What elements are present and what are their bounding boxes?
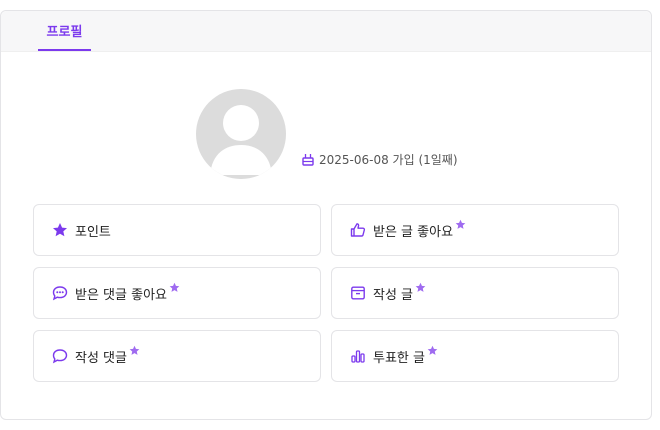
star-badge-icon xyxy=(415,282,426,293)
cake-icon xyxy=(302,154,314,166)
bar-chart-icon xyxy=(350,348,366,364)
stat-points[interactable]: 포인트 xyxy=(33,204,321,256)
star-badge-icon xyxy=(129,345,140,356)
stat-label: 투표한 글 xyxy=(373,350,425,366)
stat-received-comment-likes[interactable]: 받은 댓글 좋아요 xyxy=(33,267,321,319)
star-badge-icon xyxy=(169,282,180,293)
stat-written-posts[interactable]: 작성 글 xyxy=(331,267,619,319)
profile-summary: 2025-06-08 가입 (1일째) xyxy=(1,89,651,181)
default-user-avatar-icon xyxy=(210,105,272,175)
star-icon xyxy=(52,222,68,238)
star-badge-icon xyxy=(455,219,466,230)
stat-written-comments[interactable]: 작성 댓글 xyxy=(33,330,321,382)
stat-label: 작성 글 xyxy=(373,287,414,303)
stat-voted-posts[interactable]: 투표한 글 xyxy=(331,330,619,382)
join-date-text: 2025-06-08 가입 (1일째) xyxy=(319,152,458,167)
tab-bar: 프로필 xyxy=(1,11,651,52)
stat-label: 받은 글 좋아요 xyxy=(373,224,454,240)
chat-dots-icon xyxy=(52,285,68,301)
avatar xyxy=(196,89,286,179)
document-icon xyxy=(350,285,366,301)
join-date: 2025-06-08 가입 (1일째) xyxy=(302,149,458,169)
profile-card: 프로필 2025-06-08 가입 (1일째) 포인트 받은 글 좋아요 받은 … xyxy=(0,10,652,420)
star-badge-icon xyxy=(427,345,438,356)
tab-profile[interactable]: 프로필 xyxy=(38,11,91,51)
chat-bubble-icon xyxy=(52,348,68,364)
stat-label: 받은 댓글 좋아요 xyxy=(75,287,167,303)
thumbs-up-icon xyxy=(350,222,366,238)
stat-label: 포인트 xyxy=(75,224,111,240)
stat-received-post-likes[interactable]: 받은 글 좋아요 xyxy=(331,204,619,256)
stat-label: 작성 댓글 xyxy=(75,350,127,366)
